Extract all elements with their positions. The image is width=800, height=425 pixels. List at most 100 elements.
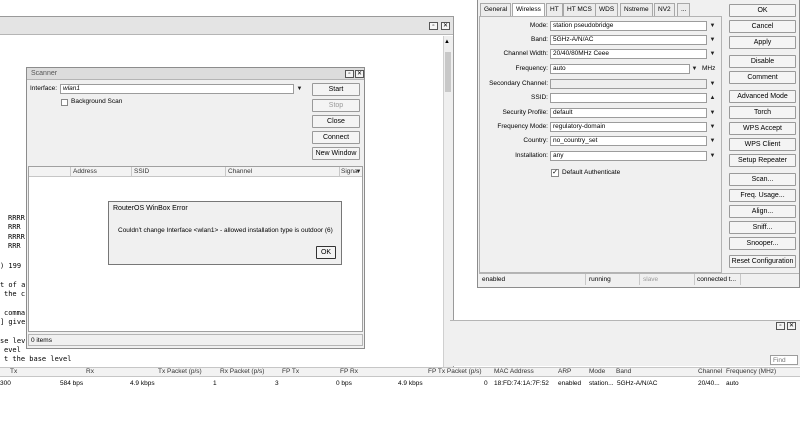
start-button[interactable]: Start [312, 83, 360, 96]
cancel-button[interactable]: Cancel [729, 20, 796, 33]
tab-nstreme[interactable]: Nstreme [620, 3, 653, 16]
stop-button[interactable]: Stop [312, 99, 360, 112]
col-channel[interactable]: Channel [228, 168, 252, 175]
apply-button[interactable]: Apply [729, 36, 796, 49]
items-count: 0 items [31, 337, 52, 344]
reset-configuration-button[interactable]: Reset Configuration [729, 255, 796, 268]
terminal-titlebar [0, 17, 453, 35]
connect-button[interactable]: Connect [312, 131, 360, 144]
close-button[interactable]: Close [312, 115, 360, 128]
close-icon[interactable]: ✕ [787, 322, 796, 330]
wps-accept-button[interactable]: WPS Accept [729, 122, 796, 135]
col-ssid[interactable]: SSID [134, 168, 149, 175]
dropdown-arrow-icon[interactable]: ▼ [708, 136, 717, 146]
installation-select[interactable]: any [550, 151, 707, 161]
dropdown-arrow-icon[interactable]: ▼ [708, 122, 717, 132]
col-mac-address[interactable]: MAC Address [494, 368, 534, 375]
scroll-thumb[interactable] [445, 52, 451, 92]
col-fp-tx[interactable]: FP Tx [282, 368, 299, 375]
col-tx[interactable]: Tx [10, 368, 17, 375]
snooper-button[interactable]: Snooper... [729, 237, 796, 250]
tab-more[interactable]: ... [677, 3, 691, 16]
frequency-label: Frequency: [515, 65, 548, 72]
table-cell: 18:FD:74:1A:7F:52 [494, 380, 549, 387]
secondary-channel-select[interactable] [550, 79, 707, 89]
advanced-mode-button[interactable]: Advanced Mode [729, 90, 796, 103]
status-enabled: enabled [482, 276, 506, 283]
col-frequency[interactable]: Frequency (MHz) [726, 368, 776, 375]
wps-client-button[interactable]: WPS Client [729, 138, 796, 151]
col-rx-packet[interactable]: Rx Packet (p/s) [220, 368, 264, 375]
column-menu-icon[interactable]: ▼ [354, 167, 363, 177]
comment-button[interactable]: Comment [729, 71, 796, 84]
band-label: Band: [531, 36, 548, 43]
col-band[interactable]: Band [616, 368, 631, 375]
restore-icon[interactable]: ▫ [776, 322, 785, 330]
table-cell: 4.9 kbps [398, 380, 423, 387]
col-channel[interactable]: Channel [698, 368, 722, 375]
freq-usage-button[interactable]: Freq. Usage... [729, 189, 796, 202]
band-select[interactable]: 5GHz-A/N/AC [550, 35, 707, 45]
interface-select[interactable]: wlan1 [60, 84, 294, 94]
installation-label: Installation: [515, 152, 548, 159]
dropdown-arrow-icon[interactable]: ▼ [690, 64, 699, 74]
dropdown-arrow-icon[interactable]: ▼ [295, 84, 304, 94]
sniff-button[interactable]: Sniff... [729, 221, 796, 234]
frequency-mode-select[interactable]: regulatory-domain [550, 122, 707, 132]
channel-width-select[interactable]: 20/40/80MHz Ceee [550, 49, 707, 59]
dropdown-arrow-icon[interactable]: ▼ [708, 49, 717, 59]
dropdown-arrow-icon[interactable]: ▼ [708, 79, 717, 89]
col-fp-rx[interactable]: FP Rx [340, 368, 358, 375]
scan-button[interactable]: Scan... [729, 173, 796, 186]
table-cell: 3 [275, 380, 279, 387]
find-input[interactable] [770, 355, 798, 365]
tab-general[interactable]: General [480, 3, 512, 16]
align-button[interactable]: Align... [729, 205, 796, 218]
country-select[interactable]: no_country_set [550, 136, 707, 146]
col-tx-packet[interactable]: Tx Packet (p/s) [158, 368, 202, 375]
col-fp-tx-packet[interactable]: FP Tx Packet (p/s) [428, 368, 482, 375]
ssid-label: SSID: [531, 94, 548, 101]
bg-table-header-row [0, 367, 800, 377]
dropdown-arrow-icon[interactable]: ▼ [708, 21, 717, 31]
tab-wireless[interactable]: Wireless [512, 3, 545, 17]
disable-button[interactable]: Disable [729, 55, 796, 68]
mode-select[interactable]: station pseudobridge [550, 21, 707, 31]
status-connected: connected t... [697, 276, 737, 283]
close-icon[interactable]: ✕ [355, 70, 364, 78]
restore-icon[interactable]: ▫ [429, 22, 438, 30]
col-mode[interactable]: Mode [589, 368, 605, 375]
new-window-button[interactable]: New Window [312, 147, 360, 160]
col-rx[interactable]: Rx [86, 368, 94, 375]
col-address[interactable]: Address [73, 168, 97, 175]
dropdown-arrow-icon[interactable]: ▼ [708, 108, 717, 118]
ok-button[interactable]: OK [316, 246, 336, 259]
dropdown-arrow-icon[interactable]: ▼ [708, 35, 717, 45]
col-arp[interactable]: ARP [558, 368, 571, 375]
close-icon[interactable]: ✕ [441, 22, 450, 30]
table-cell: 20/40... [698, 380, 720, 387]
dropdown-arrow-icon[interactable]: ▼ [708, 151, 717, 161]
tab-ht-mcs[interactable]: HT MCS [563, 3, 596, 16]
frequency-mode-label: Frequency Mode: [497, 123, 548, 130]
security-profile-select[interactable]: default [550, 108, 707, 118]
background-scan-checkbox[interactable] [61, 99, 68, 106]
torch-button[interactable]: Torch [729, 106, 796, 119]
error-dialog-title: RouterOS WinBox Error [113, 205, 188, 212]
scanner-status-bar [28, 334, 363, 346]
restore-icon[interactable]: ▫ [345, 70, 354, 78]
ok-button[interactable]: OK [729, 4, 796, 17]
ssid-input[interactable] [550, 93, 707, 103]
tab-nv2[interactable]: NV2 [654, 3, 675, 16]
scroll-up-icon[interactable]: ▲ [444, 39, 450, 45]
frequency-select[interactable]: auto [550, 64, 690, 74]
tab-wds[interactable]: WDS [595, 3, 619, 16]
table-cell: station... [589, 380, 614, 387]
default-authenticate-checkbox[interactable]: ✓ [551, 169, 559, 177]
tab-ht[interactable]: HT [546, 3, 563, 16]
table-cell: 1 [213, 380, 217, 387]
setup-repeater-button[interactable]: Setup Repeater [729, 154, 796, 167]
table-cell: 4.9 kbps [130, 380, 155, 387]
scanner-titlebar: Scanner [27, 68, 364, 80]
dropdown-arrow-icon[interactable]: ▲ [708, 93, 717, 103]
